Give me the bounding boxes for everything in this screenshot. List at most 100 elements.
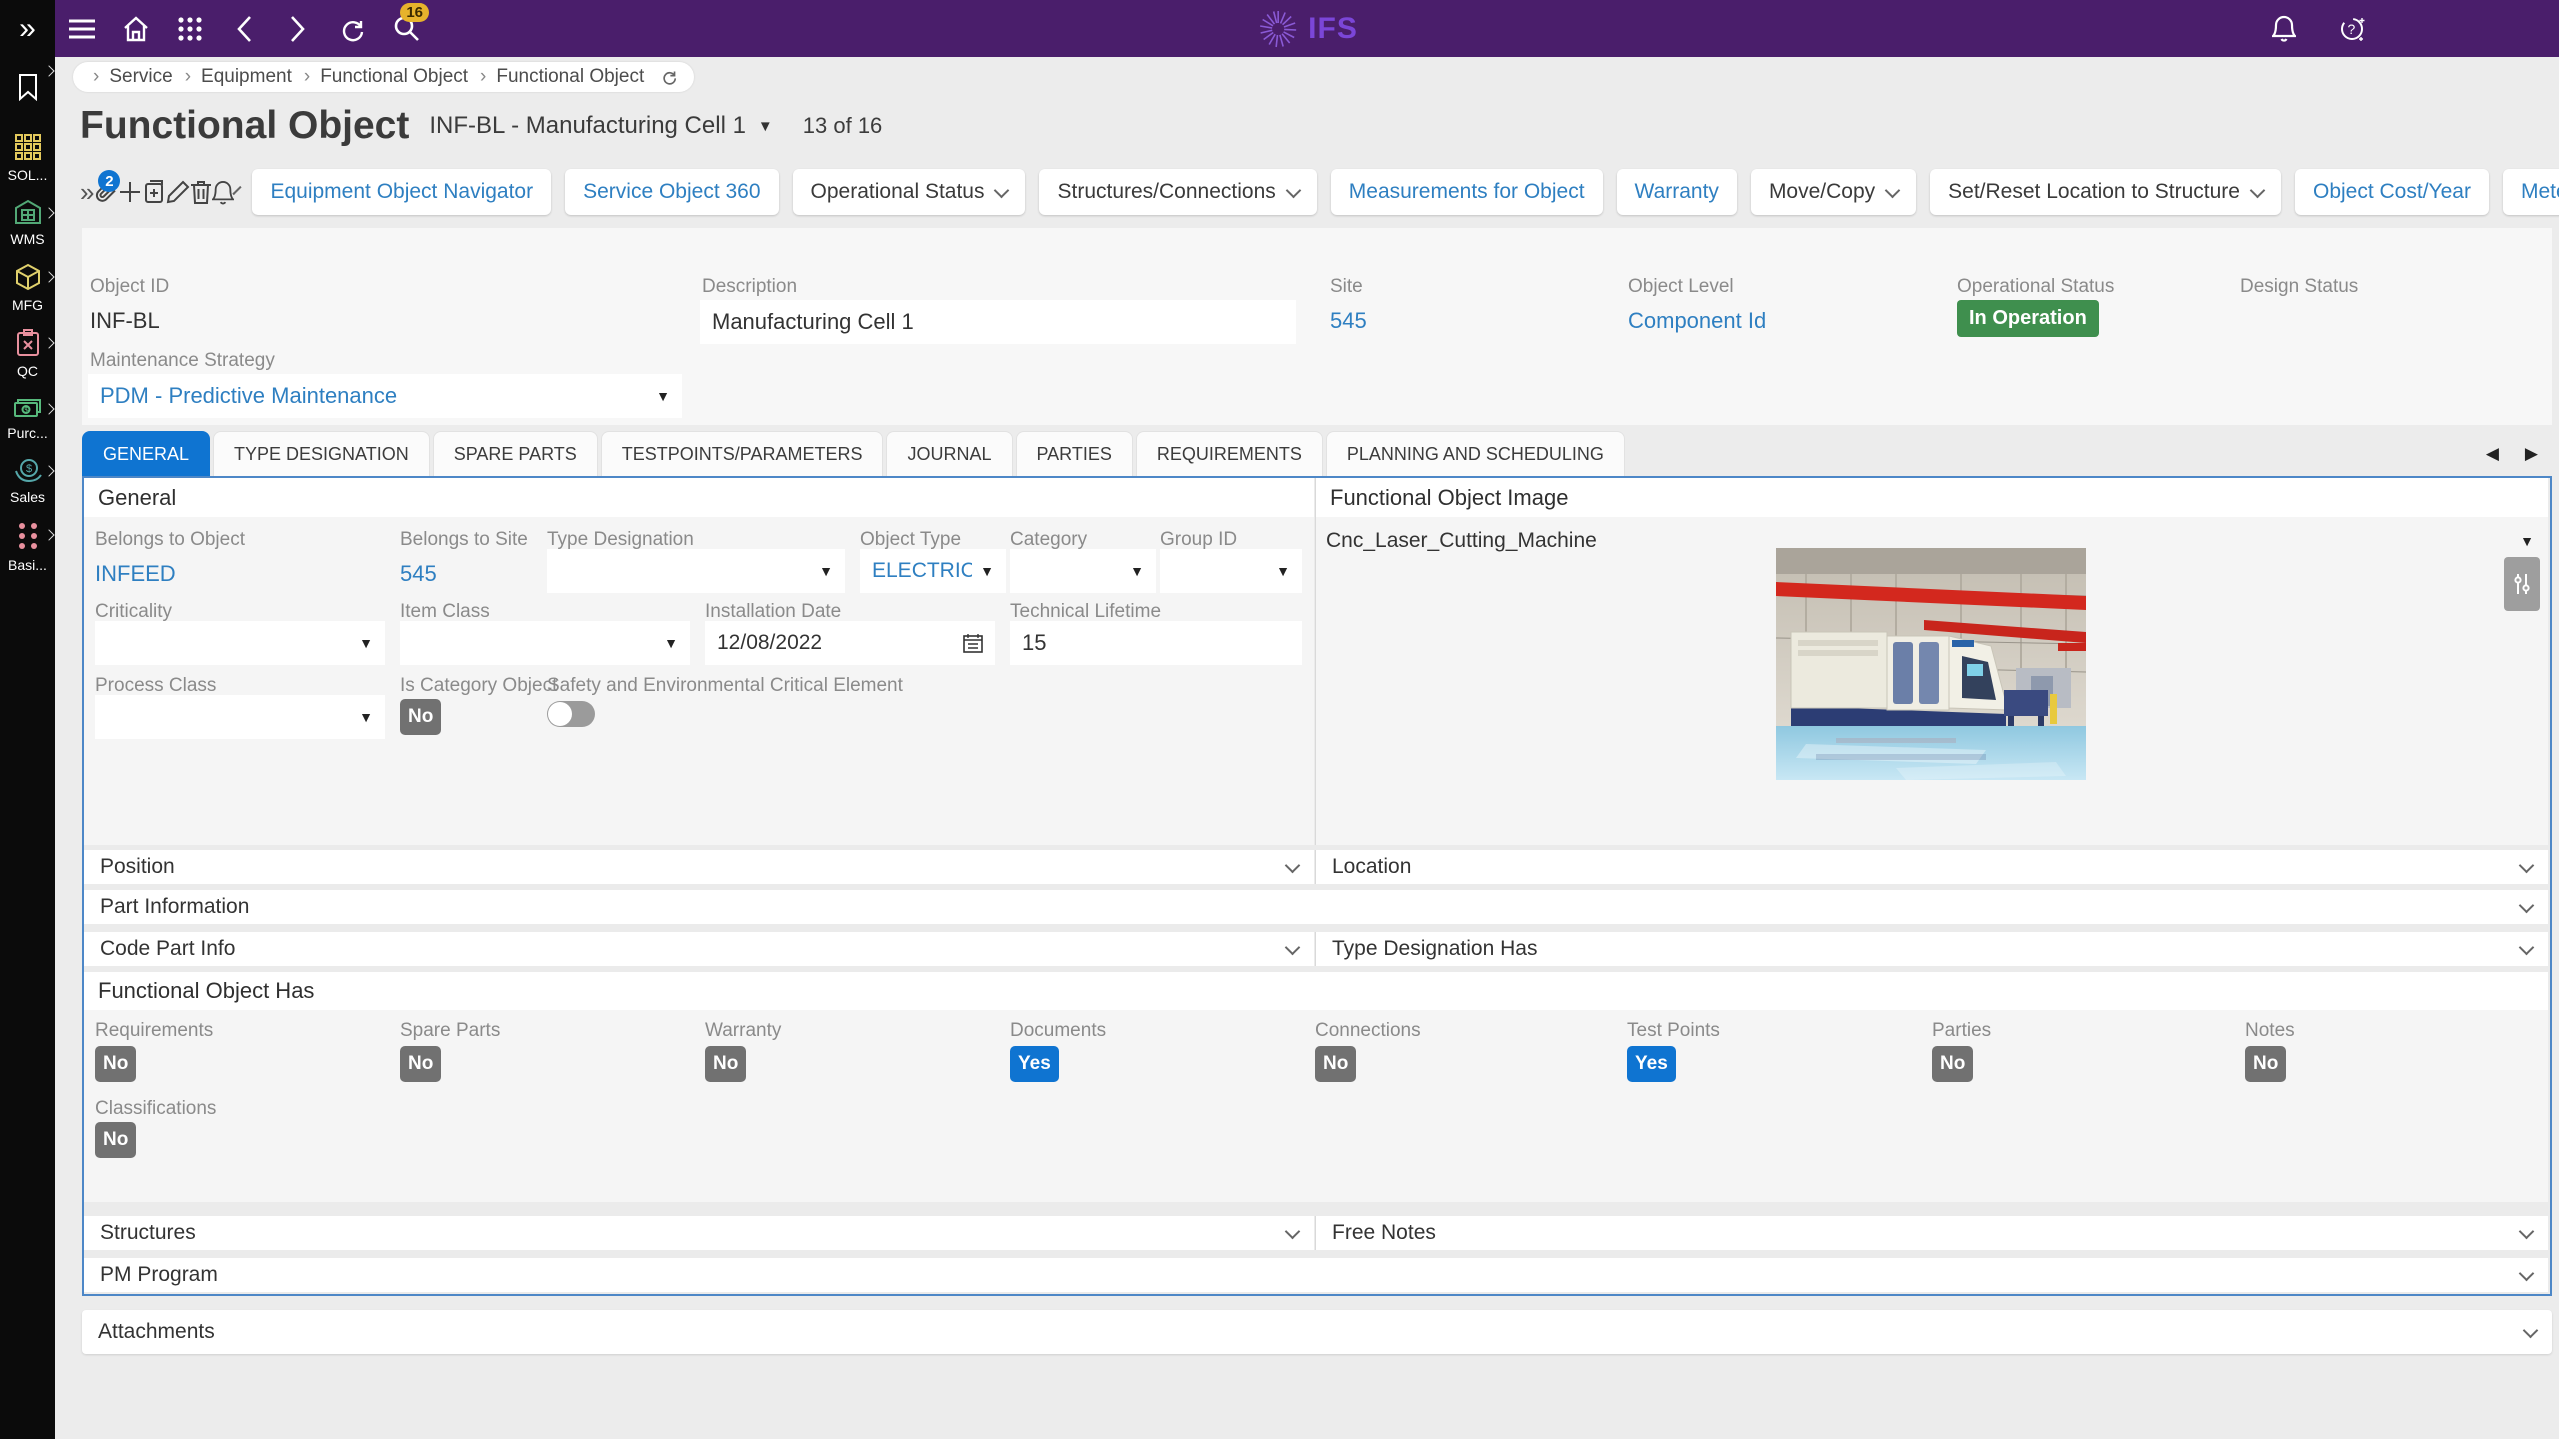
object-id-value: INF-BL: [90, 308, 160, 334]
section-location[interactable]: Location: [1316, 850, 2548, 884]
dots-grid-icon: [16, 521, 40, 551]
toolbar-button-metering-invoicing[interactable]: Metering Invoicing: [2503, 169, 2559, 215]
menu-hamburger-icon[interactable]: [55, 0, 109, 57]
object-level-link[interactable]: Component Id: [1628, 308, 1766, 334]
tab-general[interactable]: GENERAL: [82, 431, 210, 476]
maintenance-strategy-select[interactable]: PDM - Predictive Maintenance ▼: [88, 374, 682, 418]
toolbar-button-set-reset-location[interactable]: Set/Reset Location to Structure: [1930, 169, 2281, 215]
chevron-right-icon: [43, 529, 54, 540]
documents-badge: Yes: [1010, 1046, 1059, 1082]
field-label: Belongs to Object: [95, 529, 245, 551]
section-free-notes[interactable]: Free Notes: [1316, 1216, 2548, 1250]
help-assistant-icon[interactable]: ?: [2325, 0, 2379, 57]
toolbar-button-equipment-object-navigator[interactable]: Equipment Object Navigator: [252, 169, 551, 215]
sidebar-item-sol[interactable]: SOL...: [0, 133, 55, 183]
add-icon[interactable]: [118, 169, 142, 215]
refresh-icon[interactable]: [325, 0, 379, 57]
technical-lifetime-input[interactable]: 15: [1010, 621, 1302, 665]
alerts-bell-icon[interactable]: [212, 169, 234, 215]
section-attachments[interactable]: Attachments: [82, 1310, 2552, 1354]
chevron-down-icon: [2519, 857, 2535, 873]
delete-trash-icon[interactable]: [190, 169, 212, 215]
functional-object-image: [1776, 548, 2086, 780]
object-type-select[interactable]: ELECTRICAL -...▼: [860, 549, 1006, 593]
toolbar-button-measurements-for-object[interactable]: Measurements for Object: [1331, 169, 1603, 215]
cash-icon: $: [13, 395, 43, 419]
group-id-select[interactable]: ▼: [1160, 549, 1302, 593]
item-class-select[interactable]: ▼: [400, 621, 690, 665]
criticality-select[interactable]: ▼: [95, 621, 385, 665]
breadcrumb-item[interactable]: Functional Object: [476, 66, 648, 88]
sidebar-item-sales[interactable]: $ Sales: [0, 457, 55, 505]
field-label: Safety and Environmental Critical Elemen…: [547, 675, 903, 697]
tab-planning-and-scheduling[interactable]: PLANNING AND SCHEDULING: [1326, 431, 1625, 476]
home-icon[interactable]: [109, 0, 163, 57]
section-position[interactable]: Position: [84, 850, 1314, 884]
toolbar-button-service-object-360[interactable]: Service Object 360: [565, 169, 778, 215]
toolbar-button-structures-connections[interactable]: Structures/Connections: [1039, 169, 1316, 215]
category-select[interactable]: ▼: [1010, 549, 1156, 593]
breadcrumb-item[interactable]: Functional Object: [300, 66, 472, 88]
clipboard-x-icon: [15, 329, 41, 357]
toolbar-button-move-copy[interactable]: Move/Copy: [1751, 169, 1916, 215]
breadcrumb-item[interactable]: Equipment: [181, 66, 296, 88]
sidebar-item-qc[interactable]: QC: [0, 329, 55, 379]
tab-journal[interactable]: JOURNAL: [886, 431, 1012, 476]
toolbar-button-operational-status[interactable]: Operational Status: [793, 169, 1026, 215]
chevron-right-icon: [43, 207, 54, 218]
field-label: Group ID: [1160, 529, 1237, 551]
chevron-down-icon: [1885, 182, 1901, 198]
tab-testpoints-parameters[interactable]: TESTPOINTS/PARAMETERS: [601, 431, 884, 476]
breadcrumb-refresh-icon[interactable]: [660, 68, 678, 86]
nav-forward-icon[interactable]: [271, 0, 325, 57]
warehouse-icon: [14, 199, 42, 225]
process-class-select[interactable]: ▼: [95, 695, 385, 739]
section-code-part-info[interactable]: Code Part Info: [84, 932, 1314, 966]
sidebar-item-purchasing[interactable]: $ Purc...: [0, 395, 55, 441]
ifs-logo: IFS: [1256, 7, 1358, 51]
toolbar-button-warranty[interactable]: Warranty: [1617, 169, 1737, 215]
bookmarks-item[interactable]: [0, 57, 55, 117]
installation-date-input[interactable]: 12/08/2022: [705, 621, 995, 665]
svg-text:?: ?: [2348, 21, 2356, 37]
description-input[interactable]: Manufacturing Cell 1: [700, 300, 1296, 344]
breadcrumb-item[interactable]: Service: [89, 66, 177, 88]
edit-pencil-icon[interactable]: [166, 169, 190, 215]
site-link[interactable]: 545: [1330, 308, 1367, 334]
notes-badge: No: [2245, 1046, 2286, 1082]
tab-spare-parts[interactable]: SPARE PARTS: [433, 431, 598, 476]
collapse-toolbar-icon[interactable]: »: [80, 169, 94, 215]
tab-type-designation[interactable]: TYPE DESIGNATION: [213, 431, 430, 476]
duplicate-icon[interactable]: [142, 169, 166, 215]
section-image-header: Functional Object Image: [1316, 478, 2548, 517]
section-pm-program[interactable]: PM Program: [84, 1258, 2548, 1292]
image-settings-button[interactable]: [2504, 557, 2540, 611]
type-designation-select[interactable]: ▼: [547, 549, 845, 593]
attachments-paperclip-icon[interactable]: 2: [94, 169, 118, 215]
nav-back-icon[interactable]: [217, 0, 271, 57]
section-part-information[interactable]: Part Information: [84, 890, 2548, 924]
safety-critical-toggle[interactable]: [547, 701, 595, 727]
search-icon[interactable]: 16: [379, 0, 433, 57]
sidebar-item-mfg[interactable]: MFG: [0, 263, 55, 313]
record-selector[interactable]: INF-BL - Manufacturing Cell 1: [429, 112, 746, 140]
sidebar-item-wms[interactable]: WMS: [0, 199, 55, 247]
tab-scroll-right-icon[interactable]: ▶: [2525, 444, 2538, 464]
app-launcher-icon[interactable]: [163, 0, 217, 57]
toolbar-button-object-cost-year[interactable]: Object Cost/Year: [2295, 169, 2489, 215]
tab-parties[interactable]: PARTIES: [1016, 431, 1133, 476]
record-selector-caret-icon[interactable]: ▼: [758, 118, 773, 135]
tab-requirements[interactable]: REQUIREMENTS: [1136, 431, 1323, 476]
section-type-designation-has[interactable]: Type Designation Has: [1316, 932, 2548, 966]
sidebar-item-basic[interactable]: Basi...: [0, 521, 55, 573]
notifications-bell-icon[interactable]: [2257, 0, 2311, 57]
belongs-to-object-link[interactable]: INFEED: [95, 561, 176, 587]
section-structures[interactable]: Structures: [84, 1216, 1314, 1250]
sidebar-expand-icon[interactable]: »: [0, 0, 55, 57]
dropdown-caret-icon: ▼: [2520, 533, 2534, 549]
tab-scroll-left-icon[interactable]: ◀: [2486, 444, 2499, 464]
belongs-to-site-link[interactable]: 545: [400, 561, 437, 587]
calendar-icon[interactable]: [963, 633, 983, 653]
sidebar-item-label: Basi...: [8, 557, 47, 573]
test-points-badge: Yes: [1627, 1046, 1676, 1082]
